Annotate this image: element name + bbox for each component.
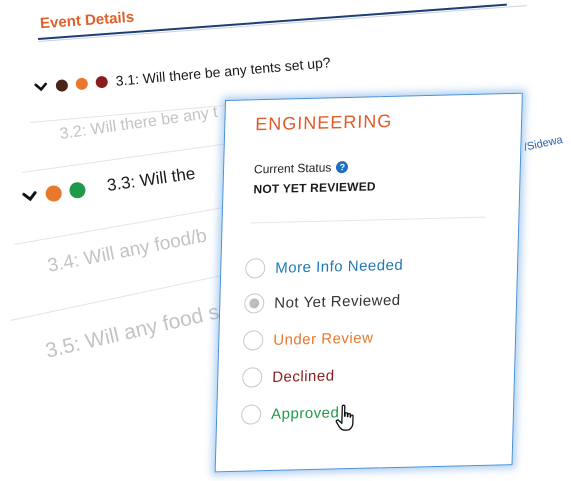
option-not-yet-reviewed[interactable]: Not Yet Reviewed xyxy=(244,290,401,314)
status-dot xyxy=(68,181,87,200)
question-label: 3.1: Will there be any tents set up? xyxy=(114,54,332,89)
radio-button[interactable] xyxy=(242,330,264,351)
question-label: 3.3: Will the xyxy=(105,163,197,195)
option-label: Under Review xyxy=(273,328,374,349)
option-label: Declined xyxy=(271,366,335,386)
option-more-info-needed[interactable]: More Info Needed xyxy=(244,255,404,279)
option-under-review[interactable]: Under Review xyxy=(242,327,374,351)
popup-divider xyxy=(250,216,486,224)
radio-button[interactable] xyxy=(244,258,266,279)
current-status-label: Current Status xyxy=(253,160,332,177)
option-label: Not Yet Reviewed xyxy=(274,291,401,312)
radio-button-selected[interactable] xyxy=(244,293,265,314)
question-row-3-3[interactable]: 3.3: Will the xyxy=(21,164,197,208)
popup-title: ENGINEERING xyxy=(255,110,393,135)
current-status-value: NOT YET REVIEWED xyxy=(253,179,376,197)
option-approved[interactable]: Approved xyxy=(240,402,340,425)
question-circle-icon[interactable]: ? xyxy=(336,161,349,174)
option-label: More Info Needed xyxy=(275,256,404,277)
radio-button[interactable] xyxy=(240,404,262,425)
question-row-3-1[interactable]: 3.1: Will there be any tents set up? xyxy=(33,54,331,96)
chevron-down-icon[interactable] xyxy=(21,188,39,206)
current-status-label-row: Current Status ? xyxy=(254,160,349,176)
question-row-3-5[interactable]: 3.5: Will any food s xyxy=(43,300,221,363)
hand-pointer-icon xyxy=(335,404,354,431)
status-dot xyxy=(95,75,109,89)
option-declined[interactable]: Declined xyxy=(241,365,335,388)
event-details-header: Event Details xyxy=(39,8,135,33)
question-row-3-2[interactable]: 3.2: Will there be any t xyxy=(59,104,219,144)
engineering-status-popup: ENGINEERING Current Status ? NOT YET REV… xyxy=(214,92,523,473)
question-label: 3.2: Will there be any t xyxy=(58,103,219,143)
chevron-down-icon[interactable] xyxy=(33,80,48,95)
side-clipped-text: /Sidewa xyxy=(523,133,564,154)
popup-card: ENGINEERING Current Status ? NOT YET REV… xyxy=(214,92,523,473)
status-dot xyxy=(44,184,63,203)
status-dot xyxy=(75,77,89,91)
option-label: Approved xyxy=(270,403,340,423)
status-dot xyxy=(55,79,69,93)
question-label: 3.5: Will any food s xyxy=(43,300,222,363)
radio-button[interactable] xyxy=(241,367,263,388)
